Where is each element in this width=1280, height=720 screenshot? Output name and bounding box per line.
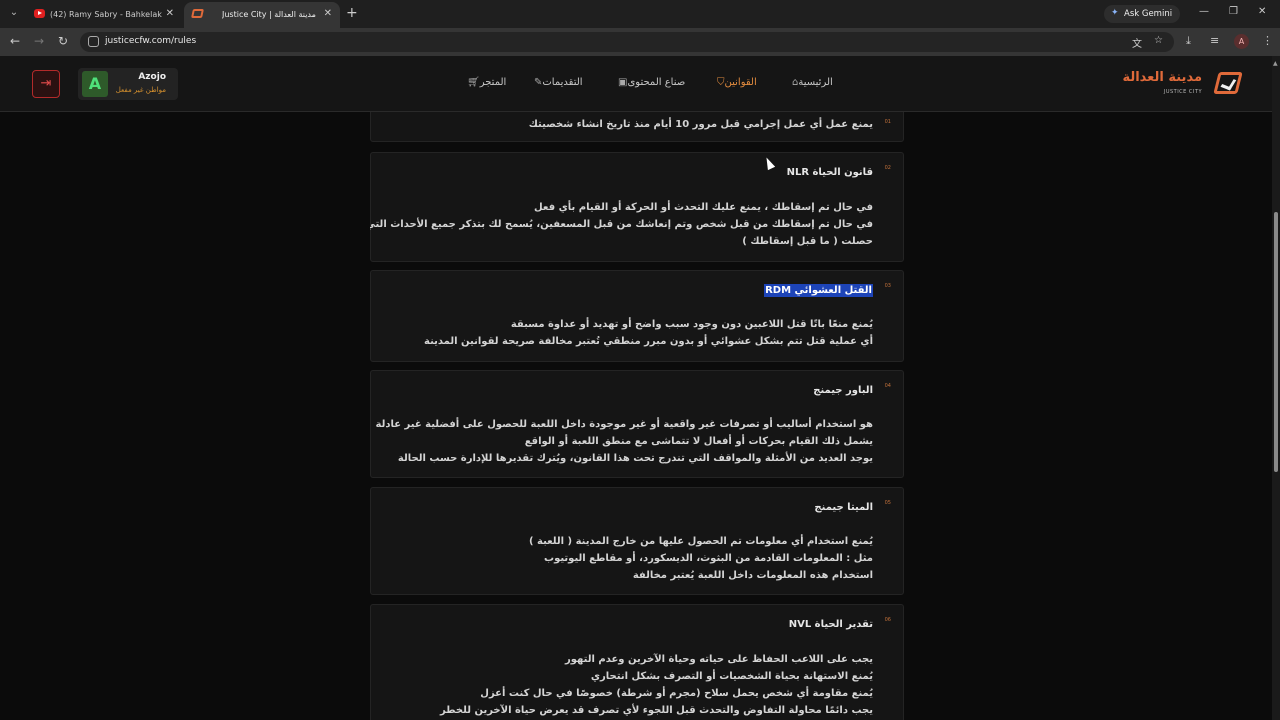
rule-text: يشمل ذلك القيام بحركات أو أفعال لا تتماش… bbox=[524, 436, 873, 447]
rule-number: 01 bbox=[884, 119, 891, 125]
brand-name: مدينة العدالة bbox=[1122, 70, 1202, 85]
reading-list-icon[interactable]: ≡ bbox=[1210, 34, 1219, 47]
rule-text: يُمنع استخدام أي معلومات تم الحصول عليها… bbox=[528, 536, 873, 547]
nav-label: القوانين bbox=[724, 77, 757, 88]
ask-gemini-button[interactable]: ✦ Ask Gemini bbox=[1104, 5, 1180, 23]
justice-city-favicon-icon bbox=[191, 9, 204, 18]
browser-tab-strip: ⌄ (42) Ramy Sabry - Bahkelak An ✕ Justic… bbox=[0, 0, 1280, 28]
rule-title: تقدير الحياة NVL bbox=[788, 619, 873, 630]
minimize-icon[interactable]: — bbox=[1199, 6, 1209, 17]
rule-card-04: 04 الباور جيمنج هو استخدام أساليب أو تصر… bbox=[370, 370, 904, 478]
brand-subtitle: JUSTICE CITY bbox=[1163, 89, 1202, 95]
logout-button[interactable]: ⇥ bbox=[32, 70, 60, 98]
nav-label: الرئيسية bbox=[798, 77, 833, 88]
logout-icon: ⇥ bbox=[40, 76, 52, 91]
rule-text: استخدام هذه المعلومات داخل اللعبة يُعتبر… bbox=[632, 570, 873, 581]
youtube-icon bbox=[34, 9, 45, 18]
nav-item-applications[interactable]: التقديمات✎ bbox=[528, 77, 583, 88]
rule-number: 03 bbox=[884, 283, 891, 289]
rule-text: هو استخدام أساليب أو تصرفات غير واقعية أ… bbox=[375, 419, 873, 430]
rule-text: يجب على اللاعب الحفاظ على حياته وحياة ال… bbox=[565, 654, 873, 665]
user-card[interactable]: A Azojo مواطن غير مفعل bbox=[78, 68, 178, 100]
bookmark-star-icon[interactable]: ☆ bbox=[1154, 35, 1163, 46]
rule-text: يُمنع مقاومة أي شخص يحمل سلاح (مجرم أو ش… bbox=[480, 688, 873, 699]
menu-kebab-icon[interactable]: ⋮ bbox=[1262, 34, 1273, 47]
rules-list: 01 يمنع عمل أي عمل إجرامي قبل مرور 10 أي… bbox=[370, 112, 904, 720]
site-header: ⇥ A Azojo مواطن غير مفعل المتجر🛒︎ التقدي… bbox=[0, 56, 1272, 112]
address-bar[interactable]: justicecfw.com/rules 文 ☆ bbox=[80, 32, 1174, 52]
download-icon[interactable]: ⤓ bbox=[1186, 34, 1191, 48]
avatar: A bbox=[82, 71, 108, 97]
rule-text: يجب دائمًا محاولة التفاوض والتحدث قبل ال… bbox=[439, 705, 873, 716]
browser-toolbar: ← → ↻ justicecfw.com/rules 文 ☆ ⤓ ≡ A ⋮ bbox=[0, 28, 1280, 56]
rule-card-05: 05 الميتا جيمنج يُمنع استخدام أي معلومات… bbox=[370, 487, 904, 595]
rule-number: 04 bbox=[884, 383, 891, 389]
forward-arrow-icon[interactable]: → bbox=[34, 34, 44, 48]
ask-gemini-label: Ask Gemini bbox=[1124, 9, 1173, 19]
nav-item-rules[interactable]: القوانين⛉ bbox=[711, 77, 757, 88]
restore-icon[interactable]: ❐ bbox=[1229, 6, 1238, 17]
rule-text: حصلت ( ما قبل إسقاطك ) bbox=[742, 236, 873, 247]
rule-card-02: 02 قانون الحياة NLR في حال تم إسقاطك ، ي… bbox=[370, 152, 904, 262]
tab-title: Justice City | مدينة العدالة bbox=[222, 10, 316, 19]
rule-title: الميتا جيمنج bbox=[814, 502, 873, 513]
new-tab-plus-icon[interactable]: + bbox=[346, 5, 358, 21]
nav-label: المتجر bbox=[479, 77, 507, 88]
selected-text: القتل العشوائي RDM bbox=[764, 284, 873, 297]
tab-search-icon[interactable]: ⌄ bbox=[6, 5, 22, 21]
nav-item-store[interactable]: المتجر🛒︎ bbox=[461, 77, 506, 88]
rule-text: يمنع عمل أي عمل إجرامي قبل مرور 10 أيام … bbox=[528, 119, 873, 130]
rule-card-06: 06 تقدير الحياة NVL يجب على اللاعب الحفا… bbox=[370, 604, 904, 720]
rule-text: في حال تم إسقاطك ، يمنع عليك التحدث أو ا… bbox=[534, 202, 873, 213]
rule-card-01: 01 يمنع عمل أي عمل إجرامي قبل مرور 10 أي… bbox=[370, 112, 904, 142]
justice-city-logo-icon bbox=[1213, 72, 1243, 94]
shield-icon: ⛉ bbox=[717, 77, 725, 88]
cart-icon: 🛒︎ bbox=[467, 77, 480, 88]
rule-text: يُمنع الاستهانة بحياة الشخصيات أو التصرف… bbox=[590, 671, 873, 682]
browser-tab-justice-city[interactable]: Justice City | مدينة العدالة ✕ bbox=[184, 2, 340, 28]
page-scrollbar[interactable]: ▲ bbox=[1272, 56, 1280, 720]
tab-title: (42) Ramy Sabry - Bahkelak An bbox=[50, 10, 162, 19]
gemini-spark-icon: ✦ bbox=[1111, 8, 1119, 18]
rule-title: القتل العشوائي RDM bbox=[764, 284, 873, 297]
rule-number: 05 bbox=[884, 500, 891, 506]
nav-label: التقديمات bbox=[542, 77, 583, 88]
close-icon[interactable]: ✕ bbox=[324, 8, 332, 19]
browser-tab-youtube[interactable]: (42) Ramy Sabry - Bahkelak An ✕ bbox=[26, 2, 182, 28]
rule-text: أي عملية قتل تتم بشكل عشوائي أو بدون مبر… bbox=[424, 336, 873, 347]
nav-label: صناع المحتوى bbox=[627, 77, 686, 88]
scroll-up-arrow-icon[interactable]: ▲ bbox=[1273, 60, 1278, 67]
user-name: Azojo bbox=[138, 72, 166, 82]
site-logo[interactable]: مدينة العدالة JUSTICE CITY bbox=[1120, 68, 1244, 100]
rule-number: 02 bbox=[884, 165, 891, 171]
rule-number: 06 bbox=[884, 617, 891, 623]
rule-text: في حال تم إسقاطك من قبل شخص وتم إنعاشك م… bbox=[370, 219, 873, 230]
scrollbar-thumb[interactable] bbox=[1274, 212, 1278, 472]
back-arrow-icon[interactable]: ← bbox=[10, 34, 20, 48]
rule-title: قانون الحياة NLR bbox=[786, 167, 873, 178]
rule-card-03: 03 القتل العشوائي RDM يُمنع منعًا باتًا … bbox=[370, 270, 904, 362]
close-icon[interactable]: ✕ bbox=[166, 8, 174, 19]
reload-icon[interactable]: ↻ bbox=[58, 34, 68, 48]
rule-text: يوجد العديد من الأمثلة والمواقف التي تند… bbox=[397, 453, 873, 464]
profile-avatar[interactable]: A bbox=[1234, 34, 1249, 49]
rule-text: مثل : المعلومات القادمة من البثوث، الديس… bbox=[544, 553, 873, 564]
site-info-icon[interactable] bbox=[88, 36, 99, 47]
rule-text: يُمنع منعًا باتًا قتل اللاعبين دون وجود … bbox=[510, 319, 873, 330]
nav-item-content-creators[interactable]: صناع المحتوى▣ bbox=[612, 77, 685, 88]
rule-title: الباور جيمنج bbox=[813, 385, 873, 396]
nav-item-home[interactable]: الرئيسية⌂ bbox=[786, 77, 833, 88]
translate-icon[interactable]: 文 bbox=[1132, 35, 1142, 50]
user-role: مواطن غير مفعل bbox=[115, 86, 166, 94]
url-text: justicecfw.com/rules bbox=[105, 36, 197, 46]
window-close-icon[interactable]: ✕ bbox=[1258, 6, 1266, 17]
